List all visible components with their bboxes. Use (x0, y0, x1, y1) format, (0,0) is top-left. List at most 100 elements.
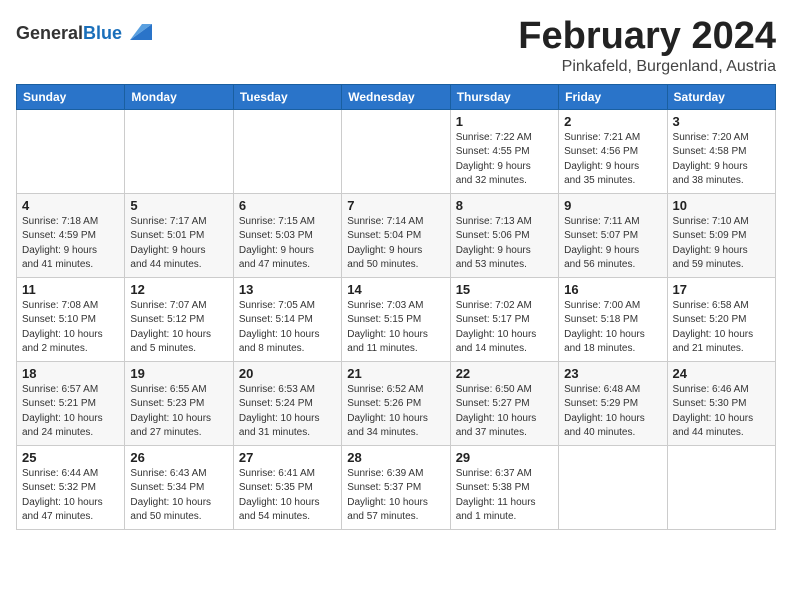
header-monday: Monday (125, 84, 233, 109)
calendar-cell (125, 109, 233, 193)
calendar-cell: 9Sunrise: 7:11 AMSunset: 5:07 PMDaylight… (559, 193, 667, 277)
day-number: 9 (564, 198, 661, 213)
day-info: Sunrise: 6:55 AMSunset: 5:23 PMDaylight:… (130, 383, 227, 441)
day-info: Sunrise: 7:08 AMSunset: 5:10 PMDaylight:… (22, 299, 119, 357)
calendar-cell: 4 Sunrise: 7:18 AMSunset: 4:59 PMDaylight… (17, 193, 125, 277)
calendar-cell (17, 109, 125, 193)
calendar-cell: 6 Sunrise: 7:15 AMSunset: 5:03 PMDaylight… (233, 193, 341, 277)
calendar-cell: 2 Sunrise: 7:21 AMSunset: 4:56 PMDaylight… (559, 109, 667, 193)
calendar-table: SundayMondayTuesdayWednesdayThursdayFrid… (16, 84, 776, 530)
day-info: Sunrise: 7:07 AMSunset: 5:12 PMDaylight:… (130, 299, 227, 357)
day-number: 27 (239, 450, 336, 465)
day-info: Sunrise: 7:00 AMSunset: 5:18 PMDaylight:… (564, 299, 661, 357)
month-title: February 2024 (518, 16, 776, 58)
day-number: 24 (673, 366, 770, 381)
header-thursday: Thursday (450, 84, 558, 109)
header-saturday: Saturday (667, 84, 775, 109)
week-row-1: 1Sunrise: 7:22 AMSunset: 4:55 PMDaylight… (17, 109, 776, 193)
day-info: Sunrise: 6:43 AMSunset: 5:34 PMDaylight:… (130, 467, 227, 525)
day-info: Sunrise: 6:39 AMSunset: 5:37 PMDaylight:… (347, 467, 444, 525)
day-info: Sunrise: 7:13 AMSunset: 5:06 PMDaylight:… (456, 215, 553, 273)
page-header: GeneralBlue February 2024 Pinkafeld, Bur… (16, 16, 776, 76)
day-number: 23 (564, 366, 661, 381)
calendar-cell (233, 109, 341, 193)
calendar-cell: 15 Sunrise: 7:02 AMSunset: 5:17 PMDayligh… (450, 277, 558, 361)
day-info: Sunrise: 7:17 AMSunset: 5:01 PMDaylight:… (130, 215, 227, 273)
logo-blue-text: Blue (83, 23, 122, 43)
day-info: Sunrise: 6:53 AMSunset: 5:24 PMDaylight:… (239, 383, 336, 441)
header-row: SundayMondayTuesdayWednesdayThursdayFrid… (17, 84, 776, 109)
day-info: Sunrise: 6:41 AMSunset: 5:35 PMDaylight:… (239, 467, 336, 525)
header-tuesday: Tuesday (233, 84, 341, 109)
day-info: Sunrise: 7:03 AMSunset: 5:15 PMDaylight:… (347, 299, 444, 357)
calendar-cell: 10 Sunrise: 7:10 AMSunset: 5:09 PMDayligh… (667, 193, 775, 277)
day-number: 28 (347, 450, 444, 465)
calendar-cell: 18 Sunrise: 6:57 AMSunset: 5:21 PMDayligh… (17, 361, 125, 445)
header-sunday: Sunday (17, 84, 125, 109)
day-info: Sunrise: 7:15 AMSunset: 5:03 PMDaylight:… (239, 215, 336, 273)
week-row-3: 11 Sunrise: 7:08 AMSunset: 5:10 PMDayligh… (17, 277, 776, 361)
day-number: 22 (456, 366, 553, 381)
day-info: Sunrise: 6:44 AMSunset: 5:32 PMDaylight:… (22, 467, 119, 525)
day-info: Sunrise: 6:37 AMSunset: 5:38 PMDaylight:… (456, 467, 553, 525)
day-info: Sunrise: 6:57 AMSunset: 5:21 PMDaylight:… (22, 383, 119, 441)
day-info: Sunrise: 6:46 AMSunset: 5:30 PMDaylight:… (673, 383, 770, 441)
day-number: 8 (456, 198, 553, 213)
day-info: Sunrise: 6:50 AMSunset: 5:27 PMDaylight:… (456, 383, 553, 441)
calendar-cell: 14Sunrise: 7:03 AMSunset: 5:15 PMDayligh… (342, 277, 450, 361)
day-number: 10 (673, 198, 770, 213)
calendar-cell: 12Sunrise: 7:07 AMSunset: 5:12 PMDayligh… (125, 277, 233, 361)
calendar-cell: 26 Sunrise: 6:43 AMSunset: 5:34 PMDayligh… (125, 445, 233, 529)
calendar-cell (342, 109, 450, 193)
day-number: 26 (130, 450, 227, 465)
day-info: Sunrise: 7:20 AMSunset: 4:58 PMDaylight:… (673, 131, 770, 189)
day-info: Sunrise: 6:48 AMSunset: 5:29 PMDaylight:… (564, 383, 661, 441)
day-info: Sunrise: 7:18 AMSunset: 4:59 PMDaylight:… (22, 215, 119, 273)
calendar-body: 1Sunrise: 7:22 AMSunset: 4:55 PMDaylight… (17, 109, 776, 529)
calendar-cell (559, 445, 667, 529)
day-number: 16 (564, 282, 661, 297)
calendar-cell: 8 Sunrise: 7:13 AMSunset: 5:06 PMDaylight… (450, 193, 558, 277)
calendar-cell: 3 Sunrise: 7:20 AMSunset: 4:58 PMDaylight… (667, 109, 775, 193)
calendar-cell: 23 Sunrise: 6:48 AMSunset: 5:29 PMDayligh… (559, 361, 667, 445)
week-row-2: 4 Sunrise: 7:18 AMSunset: 4:59 PMDaylight… (17, 193, 776, 277)
calendar-cell: 25 Sunrise: 6:44 AMSunset: 5:32 PMDayligh… (17, 445, 125, 529)
location-title: Pinkafeld, Burgenland, Austria (518, 58, 776, 76)
day-number: 18 (22, 366, 119, 381)
calendar-cell: 16 Sunrise: 7:00 AMSunset: 5:18 PMDayligh… (559, 277, 667, 361)
day-info: Sunrise: 6:52 AMSunset: 5:26 PMDaylight:… (347, 383, 444, 441)
day-info: Sunrise: 7:02 AMSunset: 5:17 PMDaylight:… (456, 299, 553, 357)
day-number: 15 (456, 282, 553, 297)
logo-general-text: General (16, 23, 83, 43)
day-number: 13 (239, 282, 336, 297)
week-row-4: 18 Sunrise: 6:57 AMSunset: 5:21 PMDayligh… (17, 361, 776, 445)
calendar-cell: 24 Sunrise: 6:46 AMSunset: 5:30 PMDayligh… (667, 361, 775, 445)
day-number: 20 (239, 366, 336, 381)
day-number: 3 (673, 114, 770, 129)
day-number: 25 (22, 450, 119, 465)
day-number: 2 (564, 114, 661, 129)
calendar-cell: 22 Sunrise: 6:50 AMSunset: 5:27 PMDayligh… (450, 361, 558, 445)
day-info: Sunrise: 7:05 AMSunset: 5:14 PMDaylight:… (239, 299, 336, 357)
calendar-cell: 5Sunrise: 7:17 AMSunset: 5:01 PMDaylight… (125, 193, 233, 277)
calendar-cell: 13 Sunrise: 7:05 AMSunset: 5:14 PMDayligh… (233, 277, 341, 361)
calendar-cell: 7Sunrise: 7:14 AMSunset: 5:04 PMDaylight… (342, 193, 450, 277)
day-number: 7 (347, 198, 444, 213)
day-number: 4 (22, 198, 119, 213)
title-block: February 2024 Pinkafeld, Burgenland, Aus… (518, 16, 776, 76)
day-number: 19 (130, 366, 227, 381)
calendar-cell: 28 Sunrise: 6:39 AMSunset: 5:37 PMDayligh… (342, 445, 450, 529)
header-friday: Friday (559, 84, 667, 109)
week-row-5: 25 Sunrise: 6:44 AMSunset: 5:32 PMDayligh… (17, 445, 776, 529)
calendar-cell: 19 Sunrise: 6:55 AMSunset: 5:23 PMDayligh… (125, 361, 233, 445)
day-number: 6 (239, 198, 336, 213)
calendar-cell (667, 445, 775, 529)
day-number: 1 (456, 114, 553, 129)
calendar-cell: 11 Sunrise: 7:08 AMSunset: 5:10 PMDayligh… (17, 277, 125, 361)
day-info: Sunrise: 7:21 AMSunset: 4:56 PMDaylight:… (564, 131, 661, 189)
logo-icon (124, 20, 152, 48)
calendar-cell: 20 Sunrise: 6:53 AMSunset: 5:24 PMDayligh… (233, 361, 341, 445)
day-number: 11 (22, 282, 119, 297)
day-number: 17 (673, 282, 770, 297)
day-info: Sunrise: 7:10 AMSunset: 5:09 PMDaylight:… (673, 215, 770, 273)
